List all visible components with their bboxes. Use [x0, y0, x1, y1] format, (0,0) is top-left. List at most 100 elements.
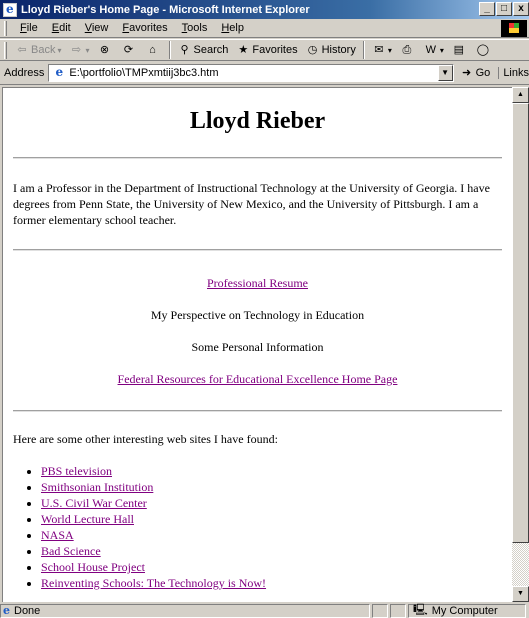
toolbar-separator: [362, 41, 365, 59]
menu-bar: File Edit View Favorites Tools Help: [0, 19, 529, 38]
address-bar: Address e ▼ ➜ Go Links: [0, 62, 529, 85]
menu-help[interactable]: Help: [214, 22, 251, 34]
forward-dropdown-icon[interactable]: ▾: [85, 46, 89, 55]
forward-arrow-icon: ⇨: [71, 44, 82, 56]
back-arrow-icon: ⇦: [17, 44, 27, 56]
site-link-pbs[interactable]: PBS television: [41, 464, 112, 478]
zone-text: My Computer: [431, 604, 498, 617]
status-panel: [390, 603, 406, 618]
edit-dropdown-icon[interactable]: ▾: [440, 46, 444, 55]
perspective-text: My Perspective on Technology in Educatio…: [150, 308, 365, 322]
links-button[interactable]: Links: [498, 67, 529, 79]
status-bar: e Done 🖳 My Computer: [0, 603, 529, 618]
menubar-grip[interactable]: [4, 20, 7, 36]
mail-dropdown-icon[interactable]: ▾: [388, 46, 392, 55]
site-link-civil-war[interactable]: U.S. Civil War Center: [41, 496, 147, 510]
status-text-panel: e Done: [0, 603, 370, 618]
favorites-label: Favorites: [252, 44, 298, 56]
standard-toolbar: ⇦ Back ▾ ⇨ ▾ ⊗ ⟳ ⌂ ⚲ Search ★ Favorites …: [0, 39, 529, 61]
discuss-icon: ▤: [453, 44, 465, 56]
menu-tools[interactable]: Tools: [175, 22, 215, 34]
back-button[interactable]: ⇦ Back ▾: [11, 40, 65, 60]
messenger-button[interactable]: ◯: [472, 40, 496, 60]
list-item: PBS television: [41, 463, 502, 479]
list-item: Bad Science: [41, 543, 502, 559]
go-arrow-icon: ➜: [462, 67, 472, 79]
main-links: Professional Resume My Perspective on Te…: [13, 251, 502, 400]
history-icon: ◷: [307, 44, 318, 56]
toolbar-grip[interactable]: [4, 41, 7, 59]
scroll-thumb[interactable]: [512, 103, 529, 543]
back-dropdown-icon[interactable]: ▾: [57, 46, 61, 55]
resume-link[interactable]: Professional Resume: [207, 276, 308, 290]
go-label: Go: [475, 67, 491, 79]
print-button[interactable]: ⎙: [396, 40, 420, 60]
forward-button[interactable]: ⇨ ▾: [65, 40, 93, 60]
minimize-button[interactable]: _: [479, 2, 495, 16]
edit-button[interactable]: W ▾: [420, 40, 448, 60]
edit-icon: W: [425, 44, 437, 56]
ie-logo-icon: [3, 2, 17, 17]
history-button[interactable]: ◷ History: [302, 40, 360, 60]
sites-list: PBS television Smithsonian Institution U…: [35, 463, 502, 591]
messenger-icon: ◯: [476, 44, 490, 56]
home-button[interactable]: ⌂: [142, 40, 166, 60]
home-icon: ⌂: [149, 44, 156, 56]
list-item: Smithsonian Institution: [41, 479, 502, 495]
sites-intro: Here are some other interesting web site…: [13, 432, 278, 446]
status-text: Done: [14, 604, 41, 617]
free-link[interactable]: Federal Resources for Educational Excell…: [118, 372, 398, 386]
site-link-smithsonian[interactable]: Smithsonian Institution: [41, 480, 153, 494]
windows-logo-icon: [501, 20, 527, 37]
close-button[interactable]: x: [513, 2, 529, 16]
address-dropdown-icon[interactable]: ▼: [437, 65, 453, 81]
favorites-button[interactable]: ★ Favorites: [232, 40, 301, 60]
menu-edit[interactable]: Edit: [45, 22, 78, 34]
divider: [13, 157, 502, 159]
security-zone-panel: 🖳 My Computer: [408, 603, 526, 618]
mail-icon: ✉: [374, 44, 384, 56]
toolbar-separator: [168, 41, 171, 59]
mail-button[interactable]: ✉ ▾: [368, 40, 396, 60]
window-title: Lloyd Rieber's Home Page - Microsoft Int…: [21, 3, 310, 16]
go-button[interactable]: ➜ Go: [460, 66, 491, 80]
maximize-button[interactable]: □: [496, 2, 512, 16]
computer-icon: 🖳: [413, 604, 428, 616]
address-input[interactable]: [69, 67, 450, 79]
list-item: World Lecture Hall: [41, 511, 502, 527]
scroll-down-icon[interactable]: ▼: [512, 586, 529, 602]
scroll-up-icon[interactable]: ▲: [512, 87, 529, 103]
vertical-scrollbar[interactable]: ▲ ▼: [512, 87, 529, 602]
list-item: U.S. Civil War Center: [41, 495, 502, 511]
search-button[interactable]: ⚲ Search: [174, 40, 233, 60]
discuss-button[interactable]: ▤: [448, 40, 472, 60]
favorites-icon: ★: [238, 44, 249, 56]
menu-view[interactable]: View: [78, 22, 116, 34]
site-link-bad-science[interactable]: Bad Science: [41, 544, 101, 558]
intro-paragraph: I am a Professor in the Department of In…: [13, 181, 490, 227]
divider: [13, 410, 502, 412]
site-link-lecture-hall[interactable]: World Lecture Hall: [41, 512, 134, 526]
search-label: Search: [193, 44, 229, 56]
history-label: History: [321, 44, 356, 56]
status-page-icon: e: [3, 604, 10, 617]
stop-icon: ⊗: [99, 44, 110, 56]
print-icon: ⎙: [402, 44, 412, 56]
refresh-icon: ⟳: [123, 44, 134, 56]
refresh-button[interactable]: ⟳: [118, 40, 142, 60]
title-bar: Lloyd Rieber's Home Page - Microsoft Int…: [0, 0, 529, 19]
search-icon: ⚲: [180, 44, 189, 56]
page-viewport[interactable]: Lloyd Rieber I am a Professor in the Dep…: [2, 87, 512, 602]
site-link-nasa[interactable]: NASA: [41, 528, 74, 542]
list-item: Reinventing Schools: The Technology is N…: [41, 575, 502, 591]
page-heading: Lloyd Rieber: [189, 108, 326, 134]
list-item: School House Project: [41, 559, 502, 575]
personal-info-text: Some Personal Information: [191, 340, 324, 354]
site-link-reinventing[interactable]: Reinventing Schools: The Technology is N…: [41, 576, 266, 590]
address-field[interactable]: e ▼: [48, 64, 454, 82]
stop-button[interactable]: ⊗: [94, 40, 118, 60]
back-label: Back: [31, 44, 56, 56]
menu-favorites[interactable]: Favorites: [115, 22, 174, 34]
menu-file[interactable]: File: [13, 22, 45, 34]
site-link-school-house[interactable]: School House Project: [41, 560, 145, 574]
